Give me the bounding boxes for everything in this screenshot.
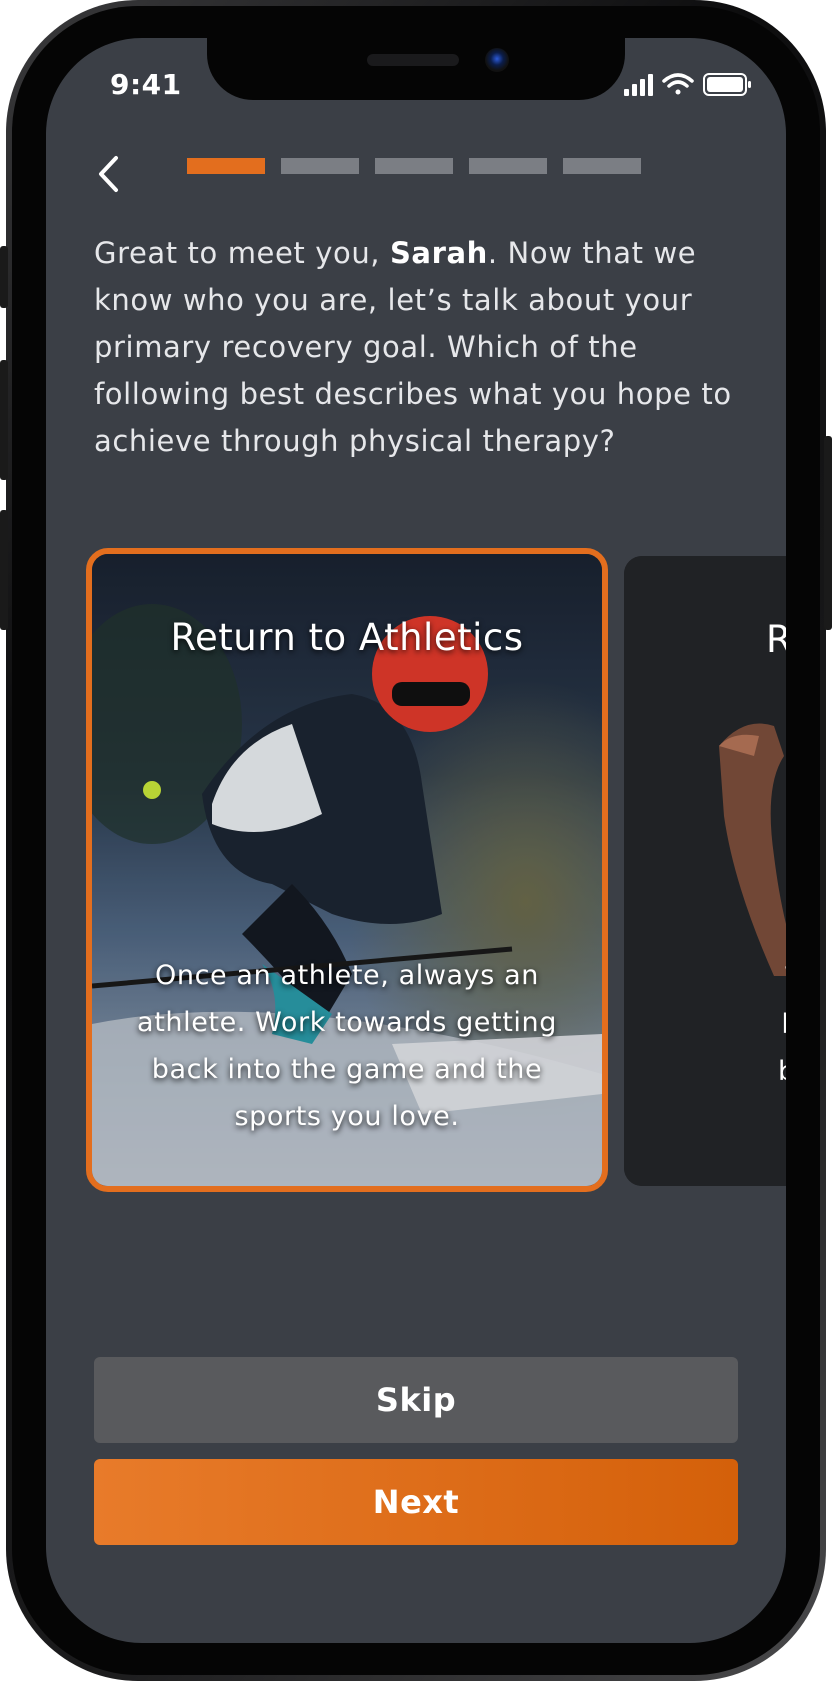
status-icons <box>624 72 754 98</box>
intro-before-name: Great to meet you, <box>94 236 390 270</box>
card-2-title: R <box>766 618 786 661</box>
volume-up-button <box>0 360 8 480</box>
progress-segment-3 <box>375 158 453 174</box>
chevron-left-icon <box>99 156 118 192</box>
mute-switch <box>0 246 8 308</box>
power-button <box>824 436 832 630</box>
battery-icon <box>703 73 751 96</box>
card-description: Once an athlete, always an athlete. Work… <box>137 960 557 1132</box>
wifi-icon <box>662 73 694 95</box>
progress-segment-4 <box>469 158 547 174</box>
user-name: Sarah <box>389 236 488 270</box>
goal-card-return-to-athletics[interactable]: Return to Athletics Once an athlete, alw… <box>86 548 608 1192</box>
intro-text: Great to meet you, Sarah. Now that we kn… <box>94 230 734 465</box>
notch <box>207 38 625 100</box>
app-screen: 9:41 Great to meet you, Sarah. Now that … <box>46 38 786 1643</box>
back-button[interactable] <box>86 148 130 200</box>
progress-segment-1 <box>187 158 265 174</box>
next-button[interactable]: Next <box>94 1459 738 1545</box>
front-camera <box>485 48 509 72</box>
card-title: Return to Athletics <box>170 616 524 659</box>
earpiece-speaker <box>367 54 459 66</box>
skip-button[interactable]: Skip <box>94 1357 738 1443</box>
progress-segment-2 <box>281 158 359 174</box>
signal-icon <box>624 74 653 96</box>
status-time: 9:41 <box>110 68 182 101</box>
volume-down-button <box>0 510 8 630</box>
progress-segment-5 <box>563 158 641 174</box>
card-2-description: Work t limited back to <box>778 962 786 1087</box>
goal-card-2[interactable]: R Work t limited back to <box>624 556 786 1186</box>
